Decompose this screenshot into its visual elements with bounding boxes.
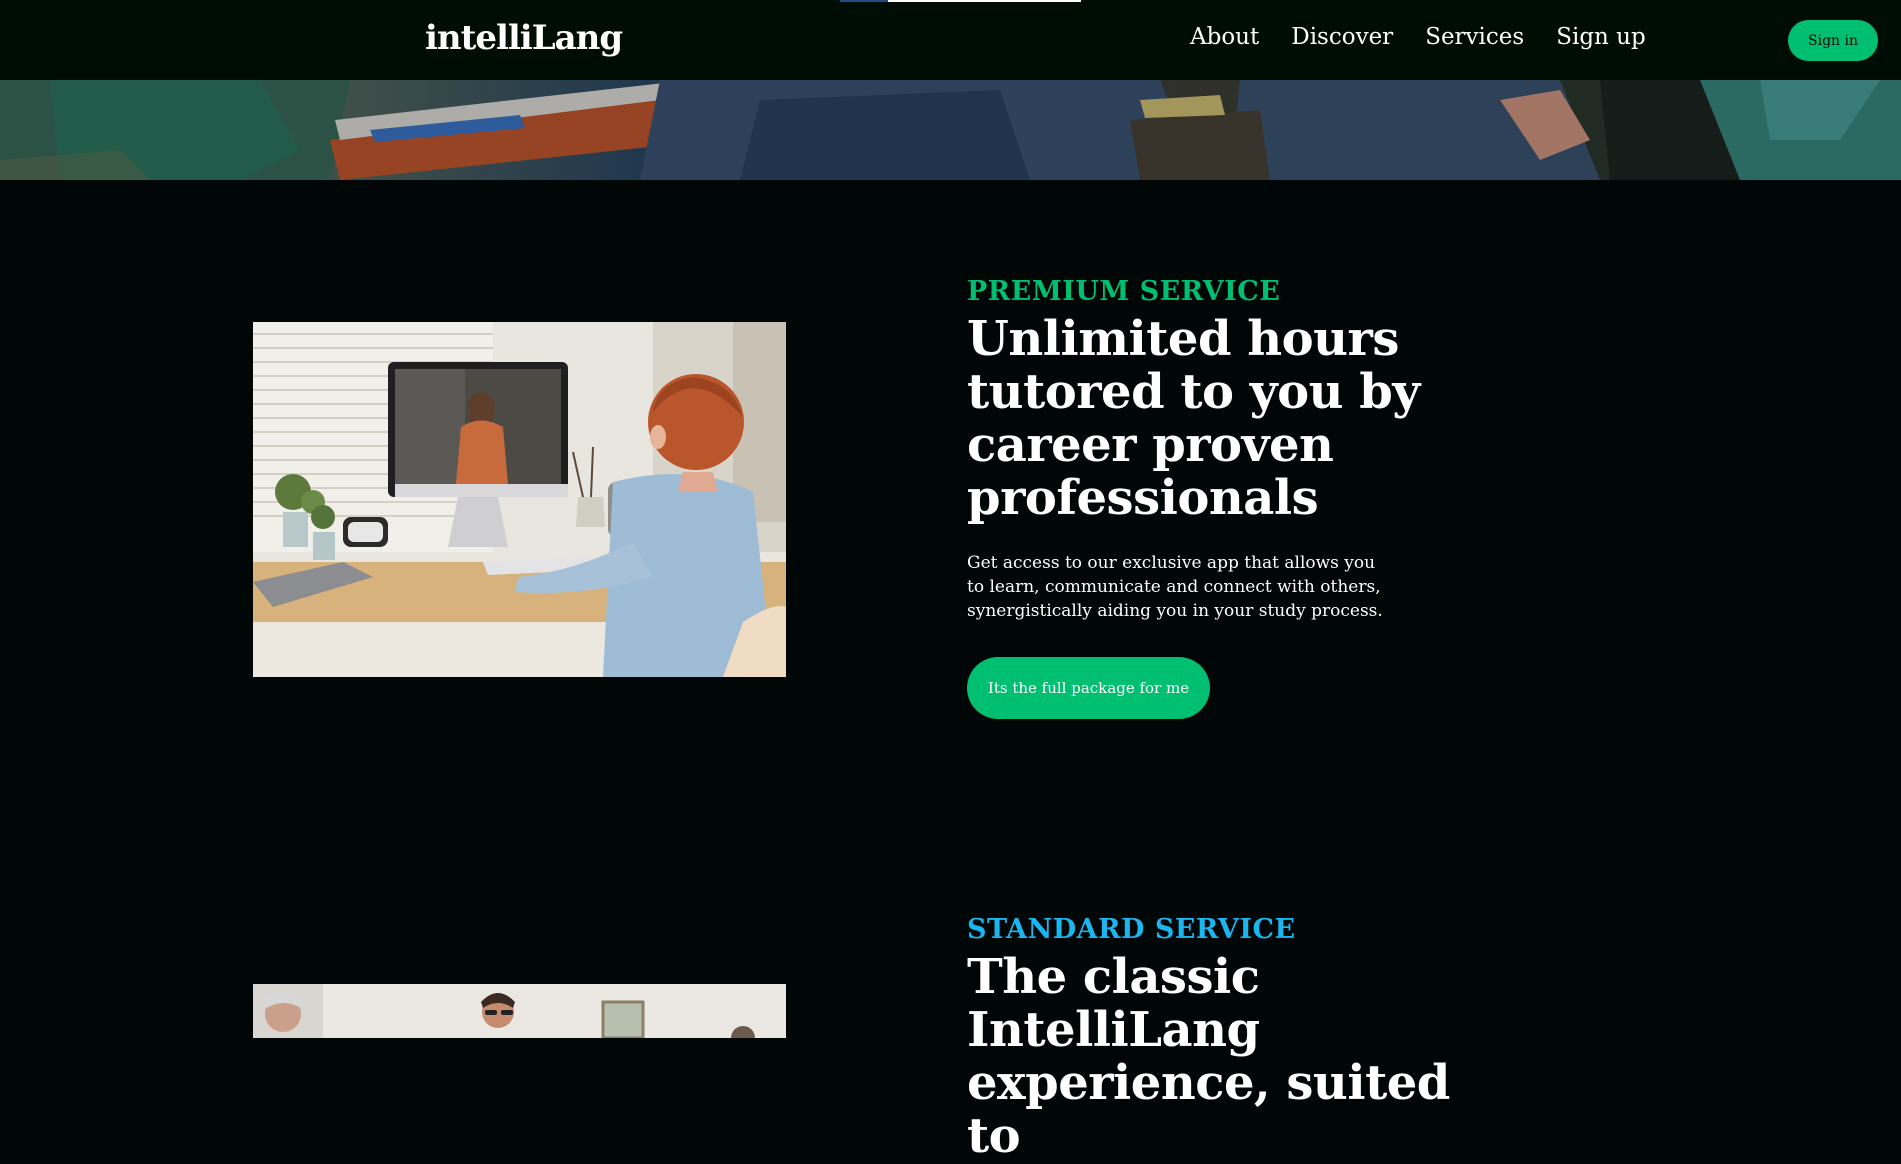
section-text-premium: PREMIUM SERVICE Unlimited hours tutored … bbox=[967, 276, 1447, 719]
nav-menu: About Discover Services Sign up bbox=[1190, 24, 1646, 50]
nav-item-services[interactable]: Services bbox=[1425, 24, 1524, 50]
section-image-classic bbox=[253, 984, 786, 1038]
section-headline: The classic IntelliLang experience, suit… bbox=[967, 949, 1450, 1164]
nav-item-about[interactable]: About bbox=[1190, 24, 1259, 50]
nav-item-discover[interactable]: Discover bbox=[1291, 24, 1393, 50]
scroll-progress-thumb bbox=[840, 0, 888, 2]
hero-background-image bbox=[0, 80, 1901, 180]
section-topline: PREMIUM SERVICE bbox=[967, 276, 1281, 307]
child-video-call-illustration bbox=[253, 322, 786, 677]
section-topline: STANDARD SERVICE bbox=[967, 914, 1296, 945]
people-room-illustration bbox=[253, 984, 786, 1038]
section-text-standard: STANDARD SERVICE The classic IntelliLang… bbox=[967, 914, 1507, 1163]
logo[interactable]: intelliLang bbox=[425, 18, 623, 58]
full-package-button[interactable]: Its the full package for me bbox=[967, 657, 1210, 719]
scroll-progress-bar bbox=[840, 0, 1081, 2]
section-image-online-tutoring bbox=[253, 322, 786, 677]
section-subtitle: Get access to our exclusive app that all… bbox=[967, 553, 1383, 621]
hero-photo-illustration bbox=[0, 80, 1901, 180]
section-headline: Unlimited hours tutored to you by career… bbox=[967, 311, 1420, 526]
signin-button[interactable]: Sign in bbox=[1788, 20, 1878, 61]
navbar: intelliLang About Discover Services Sign… bbox=[0, 0, 1901, 80]
nav-item-signup[interactable]: Sign up bbox=[1556, 24, 1646, 50]
